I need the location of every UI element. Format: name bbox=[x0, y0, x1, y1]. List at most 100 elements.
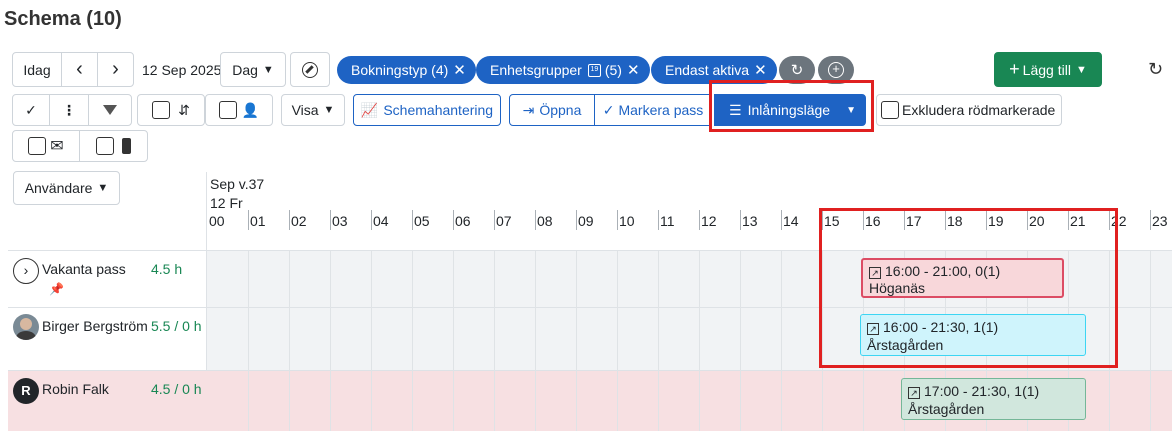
hour-tick bbox=[781, 210, 782, 230]
visa-label: Visa bbox=[291, 102, 319, 118]
hour-tick bbox=[740, 210, 741, 230]
chart-line-icon: 📈 bbox=[360, 101, 379, 118]
checkbox[interactable] bbox=[152, 101, 171, 119]
hour-gridline bbox=[740, 251, 741, 431]
caret-down-icon: ▼ bbox=[1075, 63, 1087, 76]
checkbox[interactable] bbox=[881, 101, 899, 119]
hour-gridline bbox=[658, 251, 659, 431]
select-button[interactable]: ✓ bbox=[12, 94, 50, 126]
hour-gridline bbox=[412, 251, 413, 431]
checkbox[interactable] bbox=[28, 137, 47, 155]
email-toggle[interactable]: ✉ bbox=[12, 130, 80, 162]
next-button[interactable]: › bbox=[97, 52, 134, 87]
filter-bokningstyp[interactable]: Bokningstyp (4) ✕ bbox=[337, 56, 476, 84]
hour-tick bbox=[494, 210, 495, 230]
hour-label: 06 bbox=[455, 213, 471, 229]
hour-label: 00 bbox=[209, 213, 225, 229]
mark-label: Markera pass bbox=[618, 102, 704, 118]
page-title: Schema (10) bbox=[4, 8, 122, 30]
hour-label: 10 bbox=[619, 213, 635, 229]
avatar: R bbox=[13, 378, 39, 404]
filter-button[interactable] bbox=[88, 94, 132, 126]
hour-gridline bbox=[576, 251, 577, 431]
expand-button[interactable]: › bbox=[13, 258, 39, 284]
hour-label: 05 bbox=[414, 213, 430, 229]
hour-gridline bbox=[289, 251, 290, 431]
chevron-right-icon: › bbox=[112, 58, 119, 80]
hour-tick bbox=[658, 210, 659, 230]
checkbox[interactable] bbox=[218, 101, 237, 119]
hour-label: 11 bbox=[660, 213, 675, 229]
filter-count: (5) bbox=[604, 62, 622, 78]
schemahantering-label: Schemahantering bbox=[383, 102, 494, 118]
view-dropdown[interactable]: Dag ▼ bbox=[220, 52, 286, 87]
close-icon[interactable]: ✕ bbox=[453, 61, 466, 79]
hour-label: 09 bbox=[578, 213, 594, 229]
hour-gridline bbox=[781, 251, 782, 431]
compress-icon: ⇵ bbox=[178, 101, 190, 118]
close-icon[interactable]: ✕ bbox=[754, 61, 767, 79]
open-label: Öppna bbox=[539, 102, 582, 118]
more-button[interactable]: ⋮ bbox=[49, 94, 89, 126]
open-button[interactable]: ⇥ Öppna bbox=[509, 94, 595, 126]
hour-tick bbox=[453, 210, 454, 230]
hour-tick bbox=[412, 210, 413, 230]
envelope-icon: ✉ bbox=[50, 138, 64, 155]
compass-button[interactable] bbox=[290, 52, 330, 87]
users-label: Användare bbox=[24, 180, 93, 196]
hour-label: 23 bbox=[1152, 213, 1168, 229]
calendar-icon: 19 bbox=[587, 63, 601, 77]
caret-down-icon: ▼ bbox=[262, 63, 274, 76]
user-details-toggle[interactable]: 👤 bbox=[205, 94, 273, 126]
plus-icon: + bbox=[1009, 59, 1020, 79]
sms-toggle[interactable] bbox=[79, 130, 148, 162]
mark-shift-button[interactable]: ✓ Markera pass bbox=[594, 94, 712, 126]
row-name[interactable]: Robin Falk bbox=[42, 381, 109, 397]
highlight-events bbox=[819, 208, 1118, 368]
users-dropdown[interactable]: Användare ▼ bbox=[13, 171, 120, 205]
hour-label: 01 bbox=[250, 213, 266, 229]
today-button[interactable]: Idag bbox=[12, 52, 62, 87]
event-time: 17:00 - 21:30, 1(1) bbox=[924, 383, 1040, 399]
week-label: Sep v.37 bbox=[210, 176, 265, 192]
filter-label: Enhetsgrupper bbox=[490, 62, 582, 78]
external-link-icon: ↗ bbox=[908, 387, 920, 399]
checkbox[interactable] bbox=[96, 137, 114, 155]
shift-event[interactable]: ↗ 17:00 - 21:30, 1(1) Årstagården bbox=[901, 378, 1086, 420]
hour-tick bbox=[699, 210, 700, 230]
caret-down-icon: ▼ bbox=[323, 104, 335, 116]
avatar bbox=[13, 314, 39, 340]
hour-tick bbox=[330, 210, 331, 230]
hour-label: 02 bbox=[291, 213, 307, 229]
chevron-left-icon: ‹ bbox=[76, 58, 83, 80]
prev-button[interactable]: ‹ bbox=[61, 52, 98, 87]
pin-icon: 📌 bbox=[49, 282, 64, 296]
exclude-red-toggle[interactable]: Exkludera rödmarkerade bbox=[876, 94, 1062, 126]
filter-enhetsgrupper[interactable]: Enhetsgrupper 19 (5) ✕ bbox=[476, 56, 650, 84]
filter-label: Bokningstyp (4) bbox=[351, 62, 449, 78]
funnel-icon bbox=[103, 105, 117, 115]
compass-icon bbox=[302, 61, 318, 78]
close-icon[interactable]: ✕ bbox=[627, 61, 640, 79]
add-label: Lägg till bbox=[1022, 61, 1071, 78]
hour-gridline bbox=[494, 251, 495, 431]
check-icon: ✓ bbox=[25, 101, 37, 118]
add-button[interactable]: + Lägg till ▼ bbox=[994, 52, 1102, 87]
today-label: Idag bbox=[23, 61, 51, 78]
hour-tick bbox=[1150, 210, 1151, 230]
plus-circle-icon: + bbox=[828, 62, 844, 78]
hour-gridline bbox=[617, 251, 618, 431]
row-name[interactable]: Vakanta pass bbox=[42, 261, 126, 277]
hour-tick bbox=[371, 210, 372, 230]
schemahantering-button[interactable]: 📈 Schemahantering bbox=[353, 94, 501, 126]
hour-label: 03 bbox=[332, 213, 348, 229]
current-date: 12 Sep 2025 bbox=[142, 62, 222, 78]
visa-dropdown[interactable]: Visa ▼ bbox=[281, 94, 345, 126]
hour-tick bbox=[248, 210, 249, 230]
refresh-icon[interactable]: ↻ bbox=[1148, 59, 1163, 80]
row-name[interactable]: Birger Bergström bbox=[42, 318, 148, 334]
compress-toggle[interactable]: ⇵ bbox=[137, 94, 205, 126]
dots-vertical-icon: ⋮ bbox=[62, 101, 76, 118]
hour-label: 04 bbox=[373, 213, 389, 229]
row-hours: 5.5 / 0 h bbox=[151, 318, 202, 334]
